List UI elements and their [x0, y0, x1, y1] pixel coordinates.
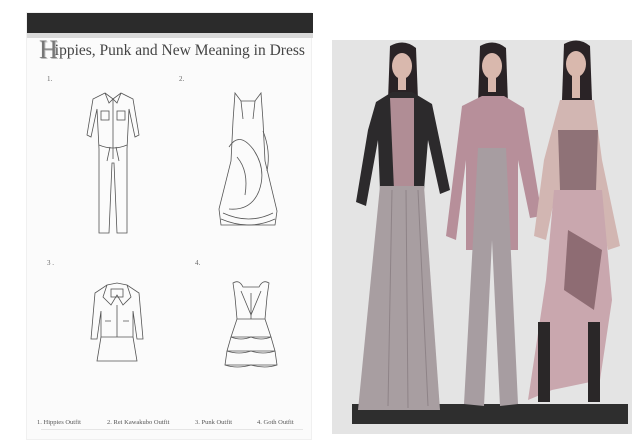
flat-hippies-jumpsuit [83, 89, 143, 235]
flat-kawakubo-dress [215, 91, 281, 233]
caption-punk: 3. Punk Outfit [195, 419, 233, 426]
title-text: ippies, Punk and New Meaning in Dress [54, 42, 305, 59]
flats-sheet: Hippies, Punk and New Meaning in Dress 1… [26, 12, 313, 440]
item-number-2: 2. [179, 75, 185, 83]
header-bar [27, 13, 313, 33]
caption-rule [41, 429, 303, 430]
caption-hippies: 1. Hippies Outfit [37, 419, 81, 426]
fashion-illustration [332, 40, 632, 439]
item-number-3: 3 . [47, 259, 54, 267]
sheet-title: Hippies, Punk and New Meaning in Dress [39, 35, 305, 65]
caption-goth: 4. Goth Outfit [257, 419, 294, 426]
item-number-4: 4. [195, 259, 201, 267]
flat-punk-jacket [89, 281, 145, 365]
figure-corset-dress [528, 40, 620, 402]
figure-jacket-gown [356, 42, 450, 410]
item-number-1: 1. [47, 75, 53, 83]
flat-goth-corset [221, 279, 281, 371]
figure-coat-trousers [446, 42, 542, 406]
caption-kawakubo: 2. Rei Kawakubo Outfit [107, 419, 170, 426]
